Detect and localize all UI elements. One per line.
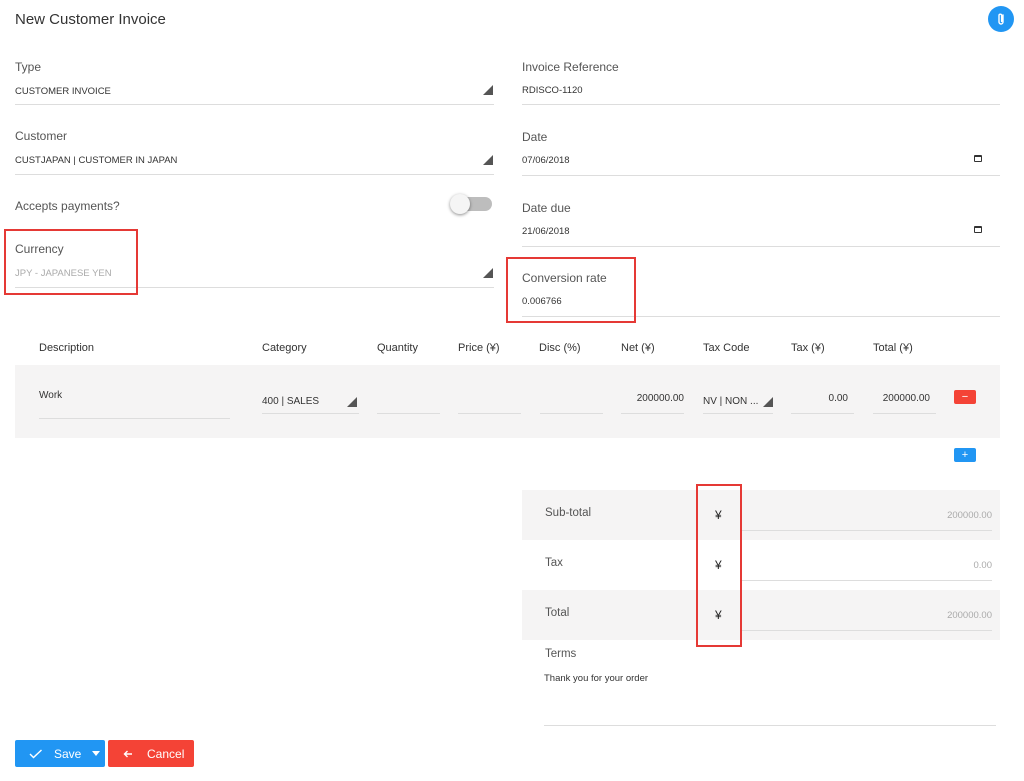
customer-underline xyxy=(15,174,494,175)
save-button[interactable]: Save xyxy=(15,740,105,767)
row-total-underline xyxy=(873,413,936,414)
invoice-reference-label: Invoice Reference xyxy=(522,60,619,74)
row-tax-code-underline xyxy=(703,413,773,414)
row-tax-code[interactable]: NV | NON ... xyxy=(703,396,758,407)
accepts-payments-label: Accepts payments? xyxy=(15,199,120,213)
terms-input[interactable]: Thank you for your order xyxy=(544,673,648,684)
row-description-underline xyxy=(39,418,230,419)
row-net-underline xyxy=(621,413,684,414)
total-underline xyxy=(740,630,992,631)
tax-code-dropdown-icon[interactable] xyxy=(763,397,773,407)
col-net: Net (¥) xyxy=(621,342,655,354)
row-tax-underline xyxy=(791,413,854,414)
currency-dropdown-icon[interactable] xyxy=(483,268,493,278)
col-quantity: Quantity xyxy=(377,342,418,354)
currency-symbol-highlight-box xyxy=(696,484,742,647)
row-disc-input[interactable] xyxy=(540,394,603,413)
tax-underline xyxy=(740,580,992,581)
category-dropdown-icon[interactable] xyxy=(347,397,357,407)
row-price-input[interactable] xyxy=(458,394,521,413)
plus-icon: + xyxy=(961,448,969,461)
remove-line-button[interactable]: − xyxy=(954,390,976,404)
customer-select[interactable]: CUSTJAPAN | CUSTOMER IN JAPAN xyxy=(15,155,177,166)
cancel-button[interactable]: Cancel xyxy=(108,740,194,767)
calendar-icon[interactable] xyxy=(974,155,982,162)
page-title: New Customer Invoice xyxy=(15,11,166,28)
attach-button[interactable] xyxy=(988,6,1014,32)
col-tax-code: Tax Code xyxy=(703,342,750,354)
row-price-underline xyxy=(458,413,521,414)
calendar-icon[interactable] xyxy=(974,226,982,233)
col-category: Category xyxy=(262,342,307,354)
date-input[interactable]: 07/06/2018 xyxy=(522,155,570,166)
caret-down-icon[interactable] xyxy=(92,751,101,756)
row-disc-underline xyxy=(540,413,603,414)
paperclip-icon xyxy=(998,13,1004,25)
subtotal-row xyxy=(522,490,1000,540)
total-value: 200000.00 xyxy=(947,610,992,621)
row-description[interactable]: Work xyxy=(39,390,62,401)
row-category-underline xyxy=(262,413,359,414)
tax-value: 0.00 xyxy=(973,560,993,571)
minus-icon: − xyxy=(961,390,969,403)
row-net: 200000.00 xyxy=(636,393,684,404)
tax-label: Tax xyxy=(545,557,563,569)
check-icon xyxy=(29,748,42,758)
subtotal-underline xyxy=(740,530,992,531)
col-tax: Tax (¥) xyxy=(791,342,825,354)
accepts-payments-toggle-knob[interactable] xyxy=(450,194,470,214)
type-label: Type xyxy=(15,60,42,74)
conversion-rate-highlight-box xyxy=(506,257,636,323)
date-due-underline xyxy=(522,246,1000,247)
row-quantity-underline xyxy=(377,413,440,414)
total-row xyxy=(522,590,1000,640)
subtotal-value: 200000.00 xyxy=(947,510,992,521)
type-dropdown-icon[interactable] xyxy=(483,85,493,95)
type-select[interactable]: CUSTOMER INVOICE xyxy=(15,86,111,97)
currency-highlight-box xyxy=(4,229,138,295)
invoice-reference-underline xyxy=(522,104,1000,105)
add-line-button[interactable]: + xyxy=(954,448,976,462)
col-description: Description xyxy=(39,342,95,354)
subtotal-label: Sub-total xyxy=(545,507,592,519)
customer-label: Customer xyxy=(15,129,68,143)
col-price: Price (¥) xyxy=(458,342,500,354)
date-label: Date xyxy=(522,130,548,144)
invoice-reference-input[interactable]: RDISCO-1120 xyxy=(522,85,583,96)
date-due-input[interactable]: 21/06/2018 xyxy=(522,226,570,237)
col-disc: Disc (%) xyxy=(539,342,581,354)
row-tax: 0.00 xyxy=(828,393,848,404)
date-underline xyxy=(522,175,1000,176)
cancel-label: Cancel xyxy=(147,746,185,761)
terms-label: Terms xyxy=(545,648,577,660)
row-total: 200000.00 xyxy=(882,393,930,404)
row-category[interactable]: 400 | SALES xyxy=(262,396,319,407)
save-label: Save xyxy=(54,746,82,761)
arrow-left-icon xyxy=(123,750,132,757)
row-quantity-input[interactable] xyxy=(377,394,440,413)
col-total: Total (¥) xyxy=(873,342,913,354)
date-due-label: Date due xyxy=(522,201,571,215)
type-underline xyxy=(15,104,494,105)
customer-dropdown-icon[interactable] xyxy=(483,155,493,165)
terms-underline xyxy=(544,725,996,726)
total-label: Total xyxy=(545,607,570,619)
